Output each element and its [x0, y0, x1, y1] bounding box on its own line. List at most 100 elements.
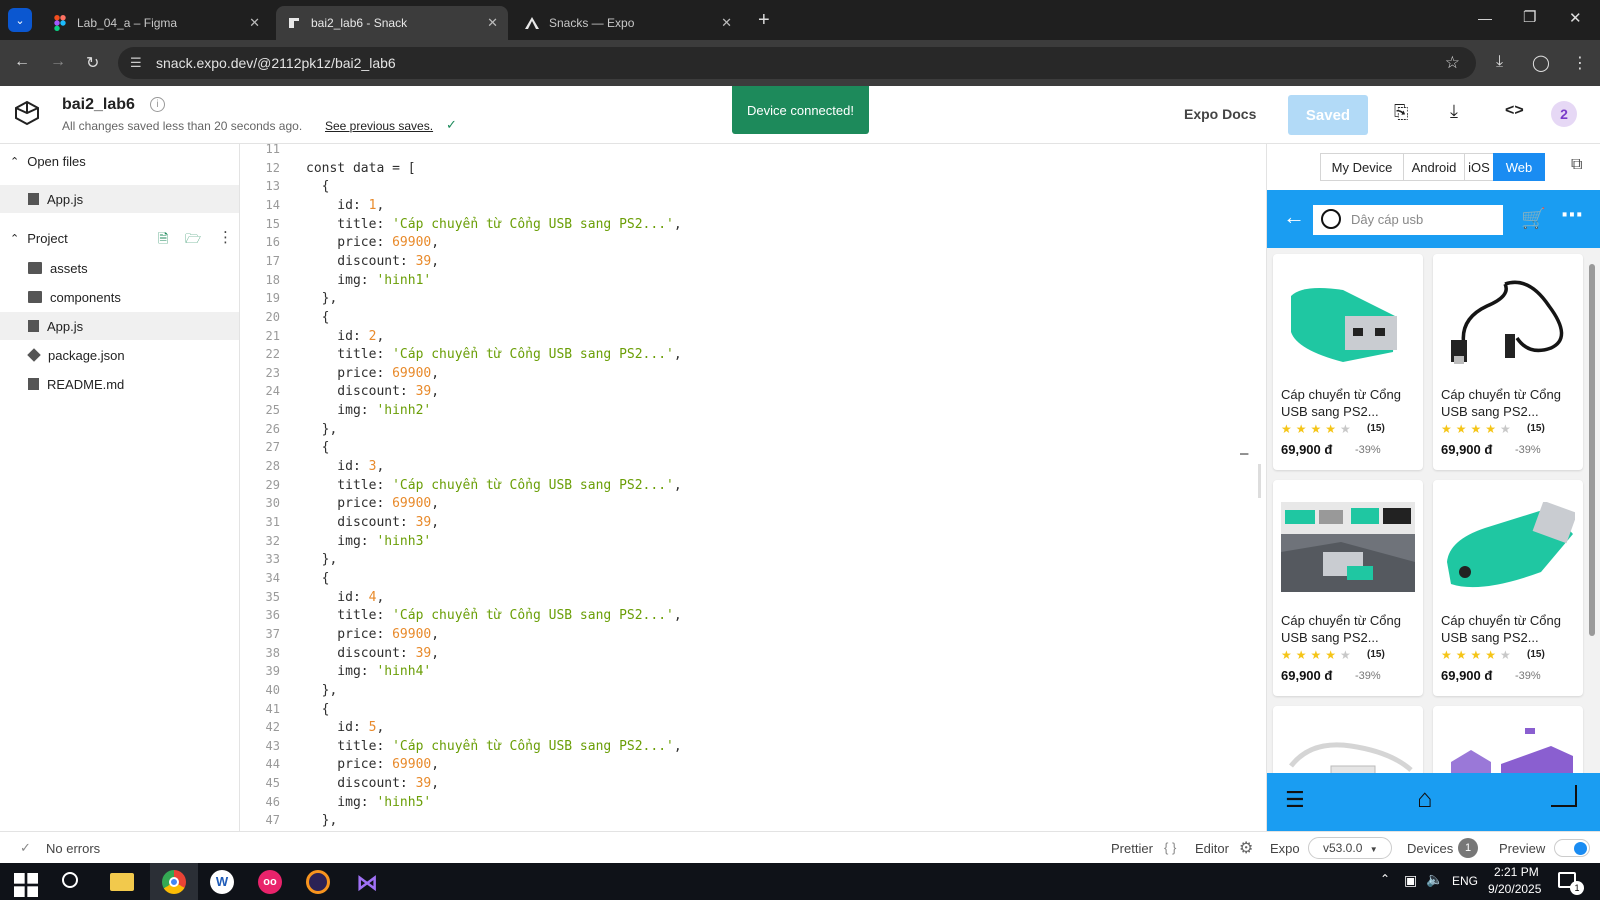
back-arrow-icon[interactable]: ←: [14, 53, 30, 71]
sidebar-item-app-js[interactable]: App.js: [0, 312, 239, 340]
device-tab-web[interactable]: Web: [1493, 153, 1545, 181]
clock-date[interactable]: 9/20/2025: [1488, 882, 1541, 896]
more-options-icon[interactable]: ⋮: [218, 228, 233, 246]
product-card[interactable]: Cáp chuyển từ Cổng USB sang PS2... ★★★★★…: [1433, 254, 1583, 470]
visual-studio-icon[interactable]: ⋈: [356, 870, 378, 896]
product-card[interactable]: Cáp chuyển từ Cổng USB sang PS2... ★★★★★…: [1433, 480, 1583, 696]
download-project-icon[interactable]: ⤓: [1450, 101, 1458, 122]
windows-start-icon[interactable]: [14, 873, 38, 897]
project-name[interactable]: bai2_lab6: [62, 96, 135, 114]
taskbar-search-icon[interactable]: [62, 872, 78, 888]
restore-window-icon[interactable]: ❐: [1523, 8, 1536, 26]
minimize-window-icon[interactable]: —: [1478, 10, 1492, 26]
file-explorer-icon[interactable]: [110, 873, 134, 891]
previous-saves-link[interactable]: See previous saves.: [325, 119, 433, 133]
browser-tab-snack[interactable]: bai2_lab6 - Snack ✕: [276, 6, 508, 40]
menu-icon[interactable]: ☰: [1285, 787, 1305, 813]
preview-toggle[interactable]: [1554, 839, 1590, 857]
device-tab-my-device[interactable]: My Device: [1320, 153, 1404, 181]
product-card[interactable]: Cáp chuyển từ Cổng USB sang PS2... ★★★★★…: [1273, 480, 1423, 696]
product-card[interactable]: [1433, 706, 1583, 773]
eclipse-icon[interactable]: [306, 870, 330, 894]
devices-label[interactable]: Devices: [1407, 841, 1453, 856]
code-text: ,: [376, 720, 385, 736]
close-tab-icon[interactable]: ✕: [249, 15, 260, 31]
sidebar-item-components[interactable]: components: [0, 283, 239, 311]
snack-logo-icon[interactable]: [14, 100, 40, 131]
reload-icon[interactable]: ↻: [86, 53, 99, 73]
device-connect-icon[interactable]: ⎘: [1394, 102, 1408, 123]
language-indicator[interactable]: ENG: [1452, 874, 1478, 888]
code-text: id:: [306, 328, 369, 344]
chevron-up-icon[interactable]: ⌃: [1380, 872, 1390, 886]
new-tab-button[interactable]: +: [758, 9, 770, 32]
code-line: },: [306, 683, 338, 698]
volume-muted-icon[interactable]: 🔈: [1426, 871, 1443, 888]
browser-menu-icon[interactable]: ⋮: [1572, 53, 1588, 73]
open-external-icon[interactable]: ⧉: [1571, 156, 1582, 174]
code-text: discount:: [306, 645, 416, 661]
prettier-button[interactable]: Prettier: [1111, 841, 1153, 856]
network-icon[interactable]: ▣: [1404, 872, 1417, 889]
sdk-version-select[interactable]: v53.0.0 ▼: [1308, 837, 1392, 859]
app-oo-icon[interactable]: oo: [258, 870, 282, 894]
code-text: ,: [431, 626, 440, 642]
code-editor[interactable]: 11 12 const data = [13 {14 id: 1, 15 title:…: [240, 144, 1265, 831]
open-file-item[interactable]: App.js: [0, 185, 239, 213]
return-icon[interactable]: [1551, 785, 1577, 807]
editor-settings-label[interactable]: Editor: [1195, 841, 1229, 856]
browser-tab-figma[interactable]: Lab_04_a – Figma ✕: [42, 6, 270, 40]
review-count: (15): [1367, 423, 1385, 434]
expo-docs-link[interactable]: Expo Docs: [1184, 106, 1256, 122]
code-text: discount:: [306, 776, 416, 792]
close-window-icon[interactable]: ✕: [1569, 9, 1582, 27]
info-icon[interactable]: i: [150, 97, 165, 112]
bookmark-star-icon[interactable]: ☆: [1445, 47, 1460, 79]
url-text: snack.expo.dev/@2112pk1z/bai2_lab6: [156, 55, 396, 71]
editor-scrollbar[interactable]: [1258, 464, 1261, 498]
device-tab-ios[interactable]: iOS: [1464, 153, 1494, 181]
line-number: 11: [265, 144, 280, 156]
site-info-icon[interactable]: ☰: [130, 47, 142, 79]
avatar[interactable]: 2: [1551, 101, 1577, 127]
app-search-input[interactable]: Dây cáp usb: [1313, 205, 1503, 235]
project-header[interactable]: ⌃ Project: [0, 224, 239, 252]
cart-icon[interactable]: 🛒: [1521, 206, 1546, 231]
open-files-header[interactable]: ⌃ Open files: [0, 147, 239, 175]
editor-minimize-icon[interactable]: —: [1240, 446, 1248, 462]
profile-icon[interactable]: ◯: [1532, 53, 1550, 73]
browser-tab-expo[interactable]: Snacks — Expo ✕: [514, 6, 742, 40]
app-w-icon[interactable]: W: [210, 870, 234, 894]
more-horizontal-icon[interactable]: ⋯: [1561, 202, 1583, 228]
preview-scrollbar[interactable]: [1589, 264, 1595, 636]
sidebar-item-assets[interactable]: assets: [0, 254, 239, 282]
gear-icon[interactable]: ⚙: [1239, 838, 1253, 858]
device-tab-android[interactable]: Android: [1403, 153, 1465, 181]
line-number: 45: [265, 776, 280, 791]
product-discount: -39%: [1355, 444, 1381, 456]
new-folder-icon[interactable]: 🗁: [185, 230, 201, 252]
sidebar-item-package-json[interactable]: package.json: [0, 341, 239, 369]
clock-time[interactable]: 2:21 PM: [1494, 865, 1539, 879]
line-number: 24: [265, 384, 280, 399]
address-bar[interactable]: ☰ snack.expo.dev/@2112pk1z/bai2_lab6 ☆: [118, 47, 1476, 79]
code-line: {: [306, 702, 330, 717]
new-file-icon[interactable]: 🗎: [158, 230, 168, 252]
errors-status[interactable]: No errors: [46, 841, 100, 856]
forward-arrow-icon[interactable]: →: [50, 53, 66, 71]
embed-code-icon[interactable]: <>: [1505, 102, 1524, 120]
code-string: 'hinh5': [376, 794, 432, 810]
saved-button[interactable]: Saved: [1288, 95, 1368, 135]
close-tab-icon[interactable]: ✕: [487, 15, 498, 31]
home-icon[interactable]: ⌂: [1417, 783, 1433, 814]
product-card[interactable]: [1273, 706, 1423, 773]
tab-search-button[interactable]: ⌄: [8, 8, 32, 32]
product-card[interactable]: Cáp chuyển từ Cổng USB sang PS2... ★★★★★…: [1273, 254, 1423, 470]
close-tab-icon[interactable]: ✕: [721, 15, 732, 31]
line-number: 16: [265, 235, 280, 250]
code-line: price: 69900,: [306, 627, 439, 642]
code-line: title: 'Cáp chuyển từ Cổng USB sang PS2.…: [306, 608, 681, 623]
download-icon[interactable]: ⤓: [1496, 53, 1503, 71]
back-arrow-icon[interactable]: ←: [1283, 204, 1305, 230]
sidebar-item-readme[interactable]: README.md: [0, 370, 239, 398]
